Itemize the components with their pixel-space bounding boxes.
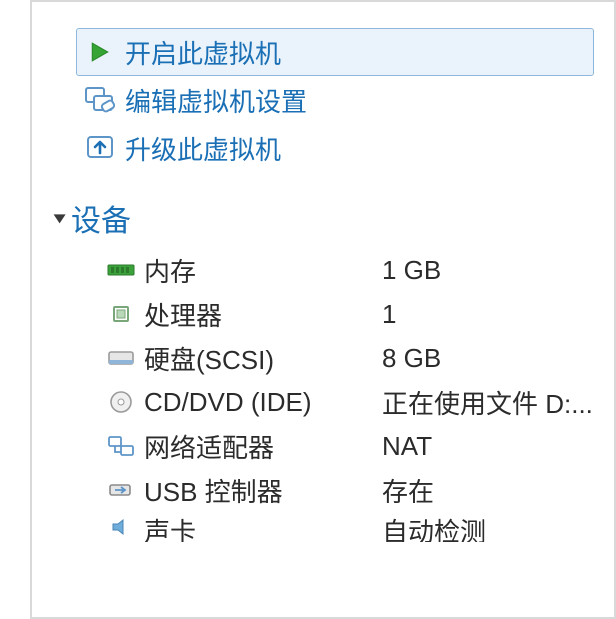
devices-title: 设备 [71,196,131,240]
device-sound-value: 自动检测 [382,512,604,542]
chevron-down-icon [54,214,66,223]
power-on-label: 开启此虚拟机 [125,34,281,71]
device-memory-label: 内存 [144,252,382,289]
device-cd-label: CD/DVD (IDE) [144,387,382,418]
devices-list: 内存 1 GB 处理器 1 硬盘(SCSI) 8 GB [32,248,614,542]
upgrade-icon [83,131,117,165]
cpu-icon [104,299,138,329]
vm-actions: 开启此虚拟机 编辑虚拟机设置 升级此虚拟机 [32,28,614,196]
device-network-label: 网络适配器 [144,428,382,465]
device-sound[interactable]: 声卡 自动检测 [104,512,604,542]
power-on-vm-button[interactable]: 开启此虚拟机 [76,28,594,76]
upgrade-vm-button[interactable]: 升级此虚拟机 [76,124,594,172]
device-usb-label: USB 控制器 [144,472,382,509]
cd-icon [104,387,138,417]
device-disk-value: 8 GB [382,343,604,374]
device-memory[interactable]: 内存 1 GB [104,248,604,292]
device-cd[interactable]: CD/DVD (IDE) 正在使用文件 D:... [104,380,604,424]
device-disk-label: 硬盘(SCSI) [144,340,382,377]
memory-icon [104,255,138,285]
device-cd-value: 正在使用文件 D:... [382,384,604,421]
vm-summary-panel: 开启此虚拟机 编辑虚拟机设置 升级此虚拟机 设备 [30,0,616,619]
play-icon [83,35,117,69]
device-network-value: NAT [382,431,604,462]
network-icon [104,431,138,461]
device-usb[interactable]: USB 控制器 存在 [104,468,604,512]
disk-icon [104,343,138,373]
devices-section-header[interactable]: 设备 [32,196,614,240]
edit-vm-settings-button[interactable]: 编辑虚拟机设置 [76,76,594,124]
settings-icon [83,83,117,117]
device-disk[interactable]: 硬盘(SCSI) 8 GB [104,336,604,380]
device-cpu-value: 1 [382,299,604,330]
device-cpu-label: 处理器 [144,296,382,333]
edit-settings-label: 编辑虚拟机设置 [125,82,307,119]
device-cpu[interactable]: 处理器 1 [104,292,604,336]
device-memory-value: 1 GB [382,255,604,286]
device-sound-label: 声卡 [144,512,382,542]
device-usb-value: 存在 [382,472,604,509]
upgrade-label: 升级此虚拟机 [125,130,281,167]
sound-icon [104,512,138,542]
usb-icon [104,475,138,505]
device-network[interactable]: 网络适配器 NAT [104,424,604,468]
